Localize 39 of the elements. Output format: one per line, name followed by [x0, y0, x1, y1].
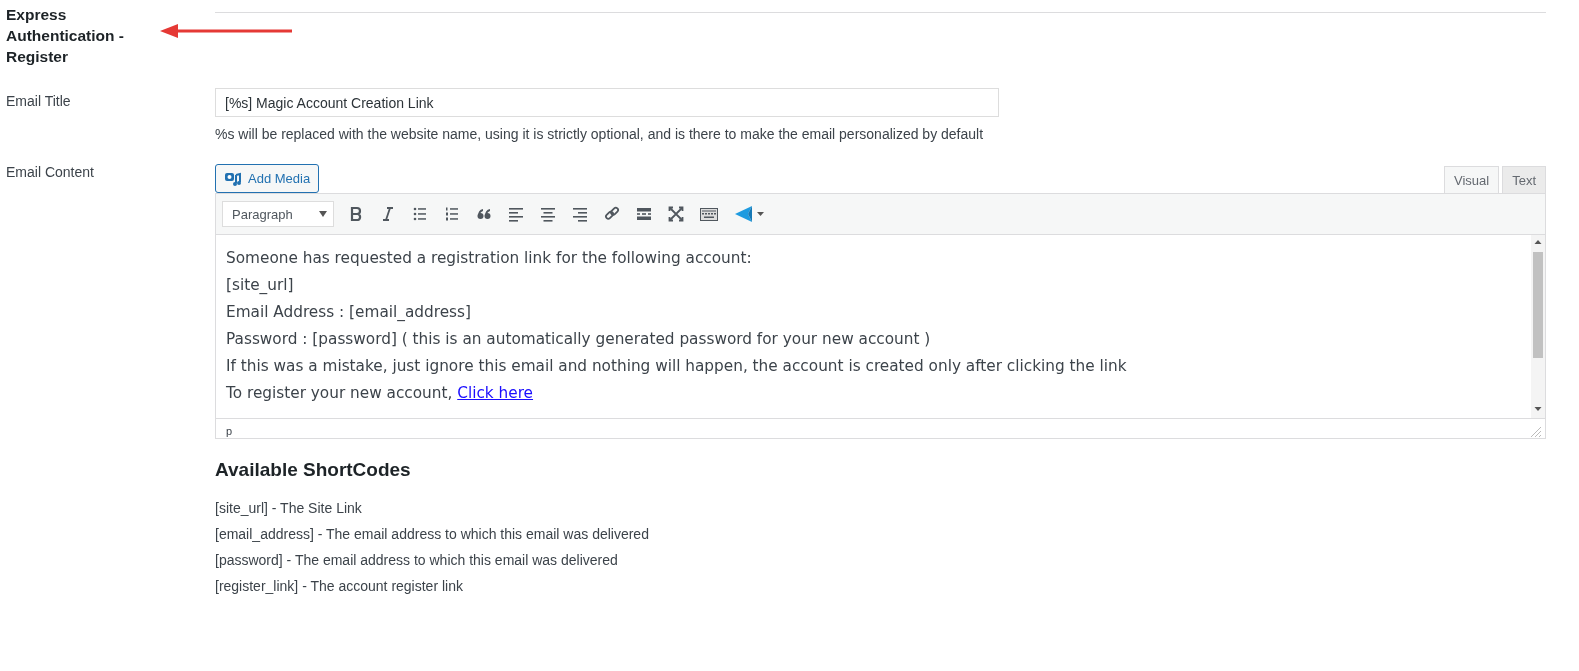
content-line: Someone has requested a registration link for the following account: [226, 248, 753, 269]
link-icon[interactable] [604, 206, 620, 222]
editor-tab[interactable]: Visual [1443, 166, 1500, 193]
link[interactable]: Click here [457, 384, 534, 402]
scrollbar[interactable] [1531, 235, 1545, 418]
input-field[interactable]: [%s] Magic Account Creation Link [215, 88, 999, 117]
media-icon [224, 170, 242, 187]
shortcode-description: [email_address] - The email address to which this email was delivered [215, 525, 650, 544]
read-more-icon[interactable] [636, 206, 652, 222]
add-media-button[interactable]: Add Media [215, 164, 320, 193]
fullscreen-icon[interactable] [668, 206, 684, 222]
content-line: Email Address : [email_address] [226, 302, 472, 323]
field-label: Email Content [6, 163, 95, 180]
shortcode-description: [site_url] - The Site Link [215, 499, 363, 518]
caret-icon [319, 211, 327, 217]
shortcode-description: [password] - The email address to which this email was delivered [215, 551, 619, 570]
content-line: If this was a mistake, just ignore this email and nothing will happen, the account is created only after clicking the link [226, 356, 1127, 377]
content-line: To register your new account, Click here [226, 383, 535, 404]
resize-handle-icon[interactable] [1531, 427, 1541, 437]
section-title: Express Authentication - Register [6, 5, 125, 67]
section-heading: Available ShortCodes [215, 459, 412, 481]
bold-icon[interactable] [348, 206, 364, 222]
plugin-dropdown-icon[interactable] [734, 205, 764, 223]
shortcode-description: [register_link] - The account register link [215, 577, 464, 596]
align-right-icon[interactable] [572, 206, 588, 222]
help-text: %s will be replaced with the website name, using it is strictly optional, and is there to make the email personalized by default [215, 126, 985, 142]
italic-icon[interactable] [380, 206, 396, 222]
align-left-icon[interactable] [508, 206, 524, 222]
bulleted-list-icon[interactable] [412, 206, 428, 222]
keyboard-icon[interactable] [700, 206, 718, 222]
numbered-list-icon[interactable] [444, 206, 460, 222]
content-line: [site_url] [226, 275, 295, 296]
field-label: Email Title [6, 92, 72, 109]
editor-tab[interactable]: Text [1502, 166, 1546, 193]
element-path: p [226, 425, 233, 437]
format-dropdown[interactable]: Paragraph [222, 201, 334, 227]
quote-icon[interactable] [476, 206, 492, 222]
content-line: Password : [password] ( this is an automatically generated password for your new account ) [226, 329, 932, 350]
align-center-icon[interactable] [540, 206, 556, 222]
